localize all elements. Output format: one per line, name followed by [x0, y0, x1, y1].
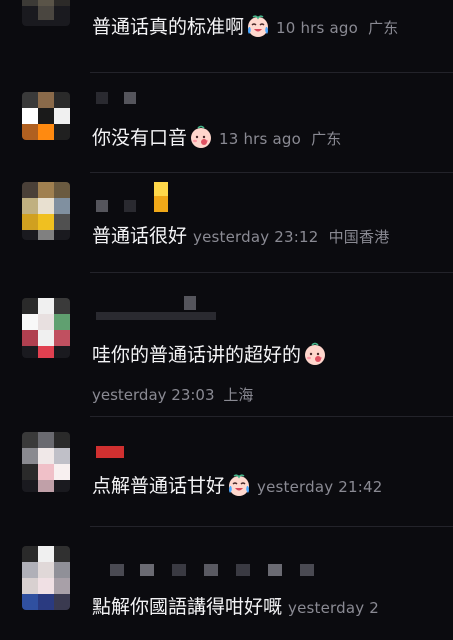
divider — [90, 416, 453, 417]
avatar[interactable] — [22, 546, 70, 610]
username-redacted[interactable] — [96, 564, 326, 576]
laugh-cry-emoji — [246, 14, 270, 38]
username-redacted[interactable] — [96, 446, 126, 458]
avatar[interactable] — [22, 182, 70, 240]
avatar[interactable] — [22, 432, 70, 492]
comment-time: yesterday 23:12 — [193, 228, 319, 246]
laugh-cry-emoji — [227, 473, 251, 497]
comment-time: yesterday 23:03 — [92, 386, 215, 404]
comment-location: 广东 — [368, 19, 399, 37]
avatar[interactable] — [22, 92, 70, 140]
comment-text: 你没有口音 — [92, 127, 188, 149]
comment-text: 点解普通话甘好 — [92, 475, 226, 497]
comment-text: 普通话真的标准啊 — [92, 16, 245, 38]
shy-emoji — [303, 342, 327, 366]
comment-time: 10 hrs ago — [276, 19, 359, 37]
divider — [90, 72, 453, 73]
avatar[interactable] — [22, 0, 70, 26]
comment-time: yesterday 21:42 — [257, 478, 383, 496]
comment-item[interactable]: 普通话真的标准啊 10 hrs ago 广东 — [0, 0, 453, 60]
comment-item[interactable]: 你没有口音 13 hrs ago 广东 — [0, 88, 453, 168]
comment-time: 13 hrs ago — [219, 130, 302, 148]
divider — [90, 272, 453, 273]
comment-text: 普通话很好 — [92, 225, 188, 247]
comment-text: 點解你國語講得咁好嘅 — [92, 596, 283, 618]
username-redacted[interactable] — [96, 296, 216, 320]
comment-item[interactable]: 普通话很好 yesterday 23:12 中国香港 — [0, 178, 453, 268]
comment-item[interactable]: 哇你的普通话讲的超好的 yesterday 23:03 上海 — [0, 292, 453, 412]
divider — [90, 172, 453, 173]
username-redacted[interactable] — [96, 92, 156, 104]
comment-item[interactable]: 點解你國語講得咁好嘅 yesterday 2 — [0, 540, 453, 640]
comment-time: yesterday 2 — [288, 599, 380, 617]
comment-location: 广东 — [311, 130, 342, 148]
comment-location: 中国香港 — [328, 228, 390, 246]
username-redacted[interactable] — [96, 182, 176, 212]
shy-emoji — [189, 125, 213, 149]
divider — [90, 526, 453, 527]
comment-text: 哇你的普通话讲的超好的 — [92, 344, 302, 366]
comment-item[interactable]: 点解普通话甘好 yesterday 21:42 — [0, 428, 453, 518]
avatar[interactable] — [22, 298, 70, 358]
comment-location: 上海 — [223, 386, 254, 404]
